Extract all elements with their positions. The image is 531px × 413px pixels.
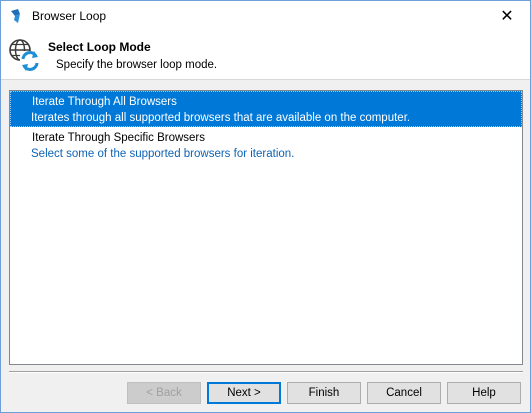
title-bar[interactable]: Browser Loop ✕ (1, 1, 530, 31)
option-title: Iterate Through Specific Browsers (32, 132, 206, 144)
next-button[interactable]: Next > (207, 382, 281, 404)
app-logo-icon (11, 9, 20, 23)
close-icon: ✕ (500, 8, 514, 25)
header-subtitle: Specify the browser loop mode. (56, 59, 218, 71)
browser-loop-dialog: Browser Loop ✕ Select Loop Mode Specify … (0, 0, 531, 413)
option-description: Select some of the supported browsers fo… (31, 148, 295, 160)
help-button[interactable]: Help (447, 382, 521, 404)
option-title: Iterate Through All Browsers (32, 96, 177, 108)
header-title: Select Loop Mode (48, 40, 151, 54)
loop-mode-list[interactable]: Iterate Through All Browsers Iterates th… (9, 90, 523, 365)
footer-separator (9, 371, 523, 373)
option-specific-browsers[interactable]: Iterate Through Specific Browsers Select… (10, 127, 522, 163)
close-button[interactable]: ✕ (484, 1, 530, 31)
back-button[interactable]: < Back (127, 382, 201, 404)
wizard-header: Select Loop Mode Specify the browser loo… (1, 31, 530, 80)
finish-button[interactable]: Finish (287, 382, 361, 404)
globe-refresh-icon (9, 39, 40, 71)
cancel-button[interactable]: Cancel (367, 382, 441, 404)
window-title: Browser Loop (32, 9, 107, 23)
option-description: Iterates through all supported browsers … (31, 112, 411, 124)
option-all-browsers[interactable]: Iterate Through All Browsers Iterates th… (10, 91, 522, 127)
